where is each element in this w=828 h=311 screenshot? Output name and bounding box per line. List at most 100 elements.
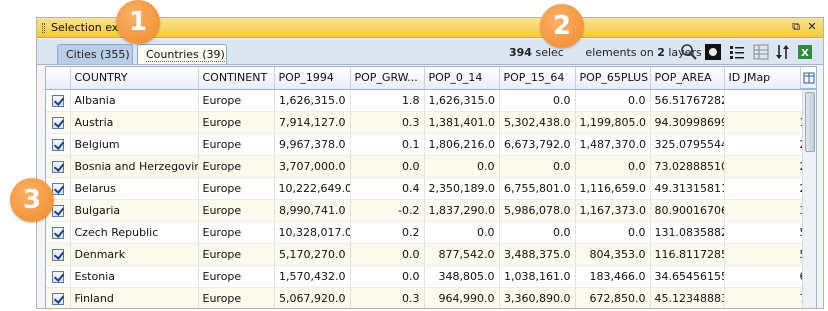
status-text-elements: elements on [585,46,654,59]
table-row[interactable]: Finland Europe 5,067,920.0 0.3 964,990.0 3,36… [46,287,816,308]
header-row: COUNTRY CONTINENT POP_1994 POP_GRW... PO… [46,67,816,90]
row-checkbox[interactable] [51,160,64,173]
col-header-pop-65plus[interactable]: POP_65PLUS [575,67,651,90]
table-row[interactable]: Belgium Europe 9,967,378.0 0.1 1,806,216.0 6,… [46,133,816,156]
results-grid: COUNTRY CONTINENT POP_1994 POP_GRW... PO… [45,66,817,308]
col-header-pop-1994[interactable]: POP_1994 [274,67,351,90]
excel-export-icon[interactable]: X [795,42,815,62]
list-view-icon[interactable] [727,42,747,62]
row-select-cell [46,155,71,178]
restore-icon[interactable]: ⧉ [789,20,803,34]
row-checkbox[interactable] [51,116,64,129]
scrollbar-thumb[interactable] [805,92,815,152]
cell-country: Bosnia and Herzegovina [70,155,199,178]
table-row[interactable]: Bulgaria Europe 8,990,741.0 -0.2 1,837,290.0… [46,199,816,222]
cell-continent: Europe [198,199,275,222]
tab-cities[interactable]: Cities (355) [57,44,133,64]
cell-pop-grw: 0.0 [350,265,425,288]
cell-pop-grw: 0.2 [350,221,425,244]
results-table: COUNTRY CONTINENT POP_1994 POP_GRW... PO… [46,67,816,308]
row-checkbox[interactable] [51,270,64,283]
tab-countries[interactable]: Countries (39) [137,44,227,64]
cell-pop-1994: 3,707,000.0 [274,155,351,178]
grid-view-icon[interactable] [751,42,771,62]
row-select-cell [46,287,71,308]
table-row[interactable]: Bosnia and Herzegovina Europe 3,707,000.0 0… [46,155,816,178]
selection-explorer-panel: Selection exp ⧉ ✕ Cities (355) Countries… [36,17,824,309]
row-select-cell [46,243,71,266]
cell-continent: Europe [198,265,275,288]
sort-icon[interactable] [773,42,793,62]
cell-continent: Europe [198,155,275,178]
cell-pop-area: 45.12348883... [650,287,725,308]
table-row[interactable]: Estonia Europe 1,570,432.0 0.0 348,805.0 1,03… [46,265,816,288]
vertical-scrollbar[interactable] [802,90,816,308]
cell-country: Finland [70,287,199,308]
cell-continent: Europe [198,287,275,308]
cell-pop-1994: 10,328,017.0 [274,221,351,244]
row-select-cell [46,221,71,244]
layer-count: 2 [657,46,665,59]
cell-continent: Europe [198,221,275,244]
row-select-cell [46,89,71,112]
col-header-pop-0-14[interactable]: POP_0_14 [424,67,500,90]
cell-continent: Europe [198,177,275,200]
col-header-pop-15-64[interactable]: POP_15_64 [499,67,576,90]
panel-title: Selection exp [51,21,126,34]
drag-grip-icon[interactable] [42,23,45,33]
cell-pop-area: 94.30998699 [650,111,725,134]
col-header-pop-area[interactable]: POP_AREA [650,67,725,90]
row-checkbox[interactable] [51,94,64,107]
table-row[interactable]: Belarus Europe 10,222,649.0 0.4 2,350,189.0 6… [46,177,816,200]
cell-pop-0-14: 1,626,315.0 [424,89,500,112]
cell-pop-1994: 1,570,432.0 [274,265,351,288]
cell-pop-area: 73.02888510... [650,155,725,178]
col-header-country[interactable]: COUNTRY [70,67,199,90]
cell-pop-1994: 5,170,270.0 [274,243,351,266]
col-header-pop-grw[interactable]: POP_GRW... [350,67,425,90]
cell-pop-1994: 5,067,920.0 [274,287,351,308]
selected-count: 394 [509,46,532,59]
callout-badge-2: 2 [540,4,584,48]
cell-pop-0-14: 877,542.0 [424,243,500,266]
cell-country: Austria [70,111,199,134]
table-row[interactable]: Albania Europe 1,626,315.0 1.8 1,626,315.0 0.… [46,89,816,112]
cell-pop-0-14: 348,805.0 [424,265,500,288]
cell-country: Denmark [70,243,199,266]
cell-pop-area: 80.90016706... [650,199,725,222]
close-icon[interactable]: ✕ [805,20,819,34]
table-row[interactable]: Austria Europe 7,914,127.0 0.3 1,381,401.0 5,… [46,111,816,134]
row-checkbox[interactable] [51,226,64,239]
cell-pop-area: 131.0835882... [650,221,725,244]
cell-pop-1994: 10,222,649.0 [274,177,351,200]
cell-pop-15-64: 3,360,890.0 [499,287,576,308]
cell-pop-15-64: 6,755,801.0 [499,177,576,200]
zoom-selection-icon[interactable] [703,42,723,62]
cell-pop-grw: 0.3 [350,287,425,308]
cell-continent: Europe [198,89,275,112]
cell-pop-0-14: 1,806,216.0 [424,133,500,156]
cell-pop-65plus: 0.0 [575,221,651,244]
row-checkbox[interactable] [51,182,64,195]
row-checkbox[interactable] [51,248,64,261]
col-header-continent[interactable]: CONTINENT [198,67,275,90]
tab-countries-label: Countries (39) [146,48,225,62]
cell-pop-0-14: 1,381,401.0 [424,111,500,134]
cell-pop-grw: 0.0 [350,155,425,178]
table-row[interactable]: Czech Republic Europe 10,328,017.0 0.2 0.0 0.… [46,221,816,244]
row-checkbox[interactable] [51,292,64,305]
cell-continent: Europe [198,111,275,134]
column-chooser-icon[interactable] [800,67,816,89]
table-row[interactable]: Denmark Europe 5,170,270.0 0.0 877,542.0 3,48… [46,243,816,266]
cell-pop-1994: 8,990,741.0 [274,199,351,222]
callout-badge-1: 1 [116,0,160,44]
app-stage: Selection exp ⧉ ✕ Cities (355) Countries… [0,0,828,311]
cell-pop-15-64: 0.0 [499,221,576,244]
row-checkbox[interactable] [51,204,64,217]
col-header-select[interactable] [46,67,71,90]
row-checkbox[interactable] [51,138,64,151]
svg-text:X: X [801,48,809,59]
search-icon[interactable] [679,42,699,62]
cell-pop-15-64: 0.0 [499,89,576,112]
cell-pop-area: 116.8117285... [650,243,725,266]
